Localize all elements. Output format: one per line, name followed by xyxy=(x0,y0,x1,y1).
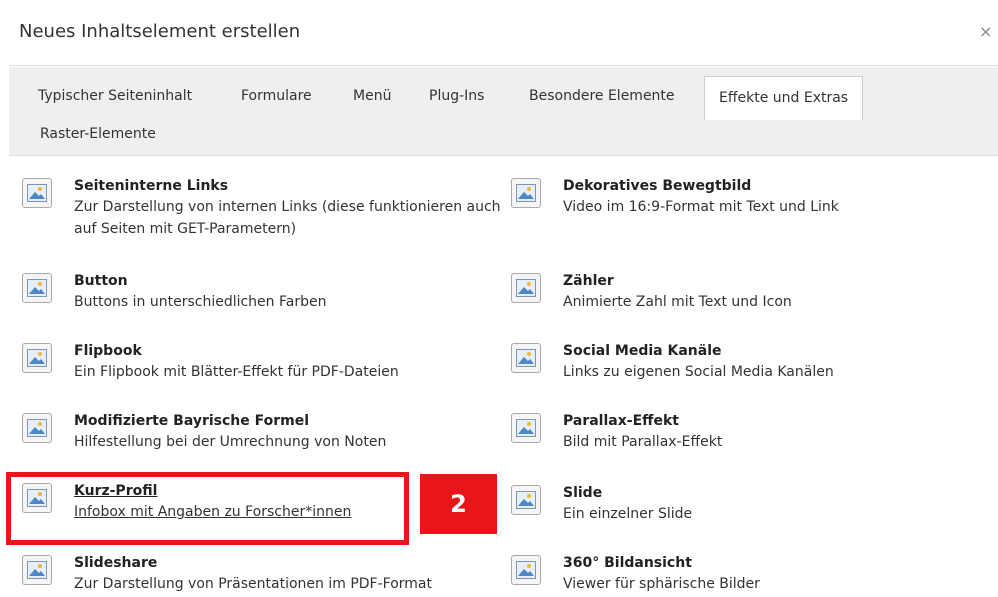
element-description: Ein einzelner Slide xyxy=(563,506,693,522)
tab-typischer-seiteninhalt[interactable]: Typischer Seiteninhalt xyxy=(38,88,192,104)
element-description: Video im 16:9-Format mit Text und Link xyxy=(563,199,839,215)
element-title: Slideshare xyxy=(74,555,158,571)
image-icon xyxy=(22,555,52,585)
element-description: Viewer für sphärische Bilder xyxy=(563,576,760,592)
element-description: Links zu eigenen Social Media Kanälen xyxy=(563,364,834,380)
tab-raster-elemente[interactable]: Raster-Elemente xyxy=(40,126,156,142)
new-content-element-modal: Neues Inhaltselement erstellen × Typisch… xyxy=(9,0,998,597)
element-description: Ein Flipbook mit Blätter-Effekt für PDF-… xyxy=(74,364,399,380)
image-icon xyxy=(22,413,52,443)
element-description: Bild mit Parallax-Effekt xyxy=(563,434,723,450)
element-description: Zur Darstellung von internen Links (dies… xyxy=(74,199,501,237)
tab-effekte-und-extras[interactable]: Effekte und Extras xyxy=(704,76,864,120)
image-icon xyxy=(511,413,541,443)
tab-plug-ins[interactable]: Plug-Ins xyxy=(429,88,484,104)
element-title: Flipbook xyxy=(74,343,142,359)
image-icon xyxy=(22,178,52,208)
modal-header: Neues Inhaltselement erstellen × xyxy=(9,0,998,66)
element-description: Buttons in unterschiedlichen Farben xyxy=(74,294,327,310)
image-icon xyxy=(22,483,52,513)
close-icon[interactable]: × xyxy=(979,24,992,40)
modal-title: Neues Inhaltselement erstellen xyxy=(19,21,301,42)
element-title: Parallax-Effekt xyxy=(563,413,679,429)
element-description: Zur Darstellung von Präsentationen im PD… xyxy=(74,576,432,592)
image-icon xyxy=(511,485,541,515)
element-title: Kurz-Profil xyxy=(74,483,158,499)
tab-formulare[interactable]: Formulare xyxy=(241,88,312,104)
tab-besondere-elemente[interactable]: Besondere Elemente xyxy=(529,88,675,104)
image-icon xyxy=(511,343,541,373)
image-icon xyxy=(511,555,541,585)
image-icon xyxy=(511,178,541,208)
element-title: Slide xyxy=(563,485,603,501)
image-icon xyxy=(22,343,52,373)
step-number-badge: 2 xyxy=(420,474,497,534)
element-title: Button xyxy=(74,273,128,289)
element-description: Infobox mit Angaben zu Forscher*innen xyxy=(74,504,352,520)
category-tabs: Typischer Seiteninhalt Formulare Menü Pl… xyxy=(9,67,998,156)
element-description: Hilfestellung bei der Umrechnung von Not… xyxy=(74,434,387,450)
element-title: Dekoratives Bewegtbild xyxy=(563,178,752,194)
element-title: Modifizierte Bayrische Formel xyxy=(74,413,310,429)
element-title: Zähler xyxy=(563,273,614,289)
element-title: 360° Bildansicht xyxy=(563,555,692,571)
element-title: Social Media Kanäle xyxy=(563,343,722,359)
element-title: Seiteninterne Links xyxy=(74,178,229,194)
tab-menue[interactable]: Menü xyxy=(353,88,391,104)
image-icon xyxy=(511,273,541,303)
element-description: Animierte Zahl mit Text und Icon xyxy=(563,294,792,310)
image-icon xyxy=(22,273,52,303)
element-list: Seiteninterne Links Zur Darstellung von … xyxy=(9,157,998,597)
